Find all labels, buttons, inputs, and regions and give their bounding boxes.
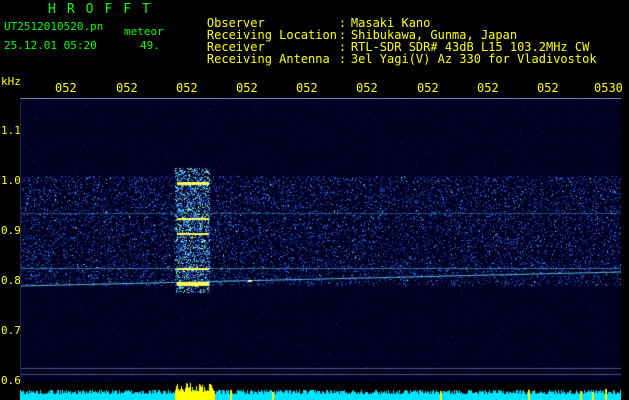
y-tick-label: 0.7 (1, 324, 21, 337)
image-filename: UT2512010520.pn (4, 20, 104, 33)
info-label: Receiving Antenna (206, 52, 330, 66)
info-value: 3el Yagi(V) Az 330 for Vladivostok (350, 52, 597, 66)
info-row-antenna: Receiving Antenna:3el Yagi(V) Az 330 for… (178, 41, 597, 77)
x-tick-label: 052 (477, 81, 499, 95)
x-tick-label: 0530 (594, 81, 623, 95)
y-tick-label: 1.0 (1, 174, 21, 187)
x-tick-label: 052 (356, 81, 378, 95)
app-brand: HROFFT (48, 2, 161, 17)
y-tick-label: 0.6 (1, 374, 21, 387)
x-tick-label: 052 (537, 81, 559, 95)
echo-count: 49. (140, 39, 160, 52)
x-tick-label: 052 (55, 81, 77, 95)
y-tick-label: 0.9 (1, 224, 21, 237)
detection-mode: meteor (124, 25, 164, 38)
observation-timestamp: 25.12.01 05:20 (4, 39, 97, 52)
x-tick-label: 052 (116, 81, 138, 95)
y-tick-label: 1.1 (1, 124, 21, 137)
spectrogram-plot (20, 98, 621, 386)
x-tick-label: 052 (417, 81, 439, 95)
info-colon: : (338, 52, 347, 66)
spectrum-strip (20, 382, 621, 400)
x-tick-label: 052 (296, 81, 318, 95)
x-tick-label: 052 (236, 81, 258, 95)
y-axis-unit: kHz (1, 75, 21, 88)
y-tick-label: 0.8 (1, 274, 21, 287)
x-tick-label: 052 (176, 81, 198, 95)
